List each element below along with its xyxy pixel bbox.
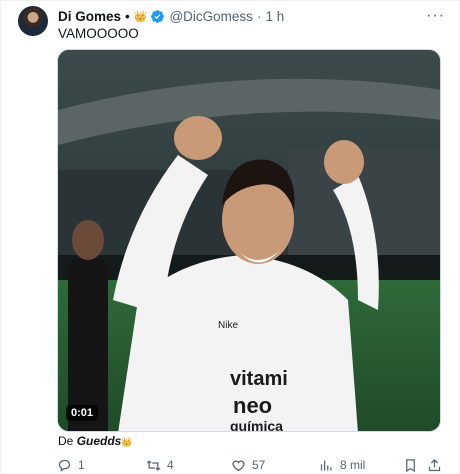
name-separator: •	[125, 8, 130, 24]
jersey-sponsor: Nike	[218, 320, 238, 331]
verified-badge-icon	[151, 9, 165, 23]
reply-icon	[58, 459, 71, 472]
timestamp[interactable]: 1 h	[265, 9, 284, 24]
action-bar: 1 4 57 8 mil	[57, 456, 441, 474]
video-duration-badge: 0:01	[66, 405, 99, 421]
like-button[interactable]: 57	[231, 458, 265, 473]
credit-author[interactable]: Guedds	[77, 434, 122, 448]
retweet-count: 4	[167, 458, 174, 472]
heart-icon	[232, 459, 245, 471]
display-name[interactable]: Di Gomes	[58, 9, 121, 24]
share-icon	[428, 458, 441, 471]
tweet-card[interactable]: Di Gomes • 👑 @DicGomess · 1 h ··· VAMOOO…	[0, 0, 460, 474]
more-options-icon[interactable]: ···	[426, 7, 445, 25]
like-count: 57	[252, 458, 266, 472]
video-player[interactable]: vitami neo química Nike 0:01	[57, 49, 441, 432]
crown-icon: 👑	[133, 10, 148, 23]
bookmark-icon	[406, 458, 415, 472]
jersey-text-2: neo	[233, 393, 272, 418]
jersey-text-1: vitami	[230, 368, 288, 390]
credit-prefix: De	[58, 434, 74, 448]
credit-crown-icon: 👑	[121, 437, 133, 447]
avatar[interactable]	[18, 6, 48, 36]
media-credit: De Guedds👑	[58, 434, 133, 448]
retweet-icon	[146, 459, 161, 471]
jersey-text-3: química	[230, 418, 283, 432]
views-icon	[320, 460, 332, 470]
reply-count: 1	[78, 458, 85, 472]
views-count: 8 mil	[340, 458, 366, 472]
views-button[interactable]: 8 mil	[319, 458, 365, 473]
user-handle[interactable]: @DicGomess	[169, 9, 252, 24]
reply-button[interactable]: 1	[57, 458, 85, 473]
share-button[interactable]	[427, 458, 442, 473]
bookmark-button[interactable]	[403, 458, 418, 473]
tweet-header: Di Gomes • 👑 @DicGomess · 1 h	[58, 6, 284, 26]
video-frame: vitami neo química Nike	[58, 50, 440, 432]
time-separator: ·	[256, 8, 262, 24]
tweet-text: VAMOOOOO	[58, 26, 139, 41]
retweet-button[interactable]: 4	[146, 458, 174, 473]
